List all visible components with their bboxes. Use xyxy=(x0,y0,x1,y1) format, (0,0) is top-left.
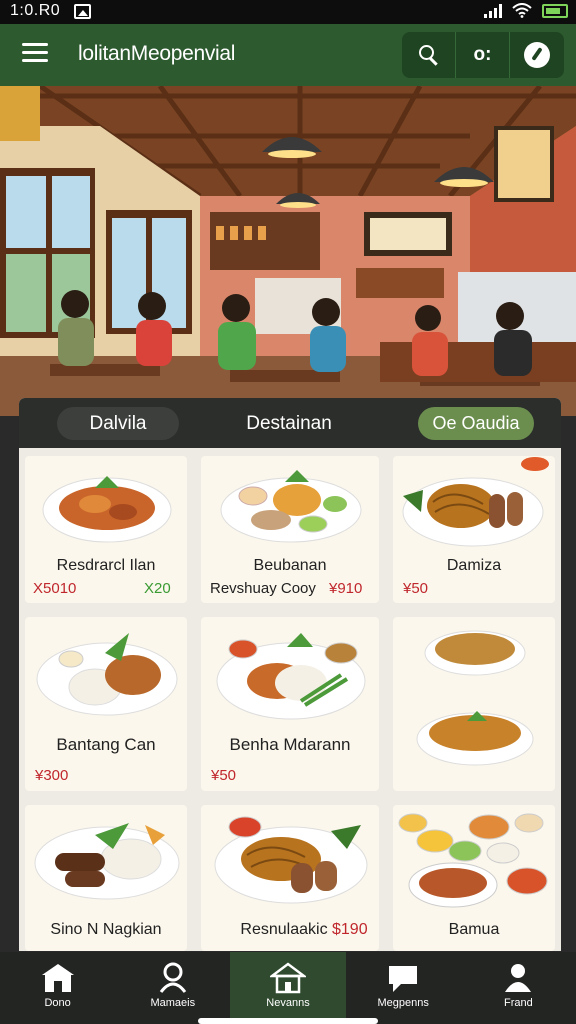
nav-label: Dono xyxy=(44,997,71,1009)
tab-oe-oaudia[interactable]: Oe Oaudia xyxy=(418,407,534,440)
dish-price: $190 xyxy=(332,921,368,938)
dish-image xyxy=(214,816,368,904)
search-button[interactable] xyxy=(402,32,456,78)
dish-image xyxy=(42,476,172,543)
dish-card[interactable]: Beubanan Revshuay Cooy ¥910 xyxy=(201,456,379,603)
dish-name: Bantang Can xyxy=(56,735,156,754)
compass-icon xyxy=(524,42,550,68)
dish-card[interactable] xyxy=(393,617,555,791)
app-title: lolitanMeopenvial xyxy=(78,42,236,65)
person-search-icon xyxy=(159,962,186,993)
dish-image xyxy=(416,630,534,766)
bottom-navigation: Dono Mamaeis Nevanns Megpenns Frand xyxy=(0,952,576,1024)
category-tabs: Dalvila Destainan Oe Oaudia xyxy=(19,398,561,448)
dish-subtitle: Revshuay Cooy xyxy=(210,580,316,597)
dish-card[interactable]: Resdrarcl Ilan X5010 X20 xyxy=(25,456,187,603)
dish-name: Benha Mdarann xyxy=(229,735,351,754)
chat-icon xyxy=(389,966,418,992)
dish-card[interactable]: Resnulaakic $190 xyxy=(201,805,379,951)
nav-item-dono[interactable]: Dono xyxy=(0,952,115,1024)
dish-name: Resdrarcl Ilan xyxy=(56,557,156,574)
tab-dalvila[interactable]: Dalvila xyxy=(57,407,179,440)
dish-price: ¥910 xyxy=(329,580,363,597)
nav-label: Megpenns xyxy=(377,997,429,1009)
search-icon xyxy=(418,45,439,65)
action-group: o: xyxy=(402,32,564,78)
dish-name: Sino N Nagkian xyxy=(50,921,162,938)
dish-price: X5010 xyxy=(33,580,77,597)
dish-image xyxy=(220,470,362,543)
options-button[interactable]: o: xyxy=(456,32,510,78)
dish-image xyxy=(36,633,178,716)
status-indicators xyxy=(484,3,568,18)
status-time: 1:0.R0 xyxy=(10,2,61,19)
dish-name: Damiza xyxy=(446,557,502,574)
image-notification-icon xyxy=(74,4,91,19)
dish-price-alt: X20 xyxy=(144,580,171,597)
menu-panel: Dalvila Destainan Oe Oaudia Resdrarcl Il… xyxy=(19,398,561,951)
nav-item-frand[interactable]: Frand xyxy=(461,952,576,1024)
dish-image xyxy=(402,457,549,547)
status-bar: 1:0.R0 xyxy=(0,0,576,24)
options-label: o: xyxy=(473,44,492,65)
home-indicator[interactable] xyxy=(198,1018,378,1024)
dish-name: Beubanan xyxy=(253,557,327,574)
nav-label: Nevanns xyxy=(266,997,310,1009)
nav-label: Mamaeis xyxy=(150,997,196,1009)
dish-name: Bamua xyxy=(448,921,500,938)
dish-price: ¥50 xyxy=(211,767,237,784)
dish-card[interactable]: Bantang Can ¥300 xyxy=(25,617,187,791)
dish-card[interactable]: Bamua xyxy=(393,805,555,951)
menu-button[interactable] xyxy=(22,43,48,65)
profile-icon xyxy=(505,964,532,992)
dish-card[interactable]: Benha Mdarann ¥50 xyxy=(201,617,379,791)
home-icon xyxy=(270,962,306,994)
dish-card[interactable]: Damiza ¥50 xyxy=(393,456,555,603)
wifi-icon xyxy=(512,3,532,18)
battery-icon xyxy=(542,3,568,18)
compass-button[interactable] xyxy=(510,32,564,78)
dish-card[interactable]: Sino N Nagkian xyxy=(25,805,187,951)
nav-item-mamaeis[interactable]: Mamaeis xyxy=(115,952,230,1024)
store-icon xyxy=(41,964,74,992)
signal-icon xyxy=(484,3,502,18)
dish-image xyxy=(34,823,180,900)
dish-price: ¥300 xyxy=(35,767,69,784)
nav-item-megpenns[interactable]: Megpenns xyxy=(346,952,461,1024)
dish-price: ¥50 xyxy=(403,580,429,597)
nav-item-nevanns[interactable]: Nevanns xyxy=(230,952,346,1024)
dish-image xyxy=(216,633,366,720)
tab-destainan[interactable]: Destainan xyxy=(219,407,359,440)
restaurant-hero-image xyxy=(0,86,576,416)
nav-label: Frand xyxy=(504,997,533,1009)
dish-image xyxy=(393,805,555,915)
app-bar: lolitanMeopenvial o: xyxy=(0,24,576,86)
